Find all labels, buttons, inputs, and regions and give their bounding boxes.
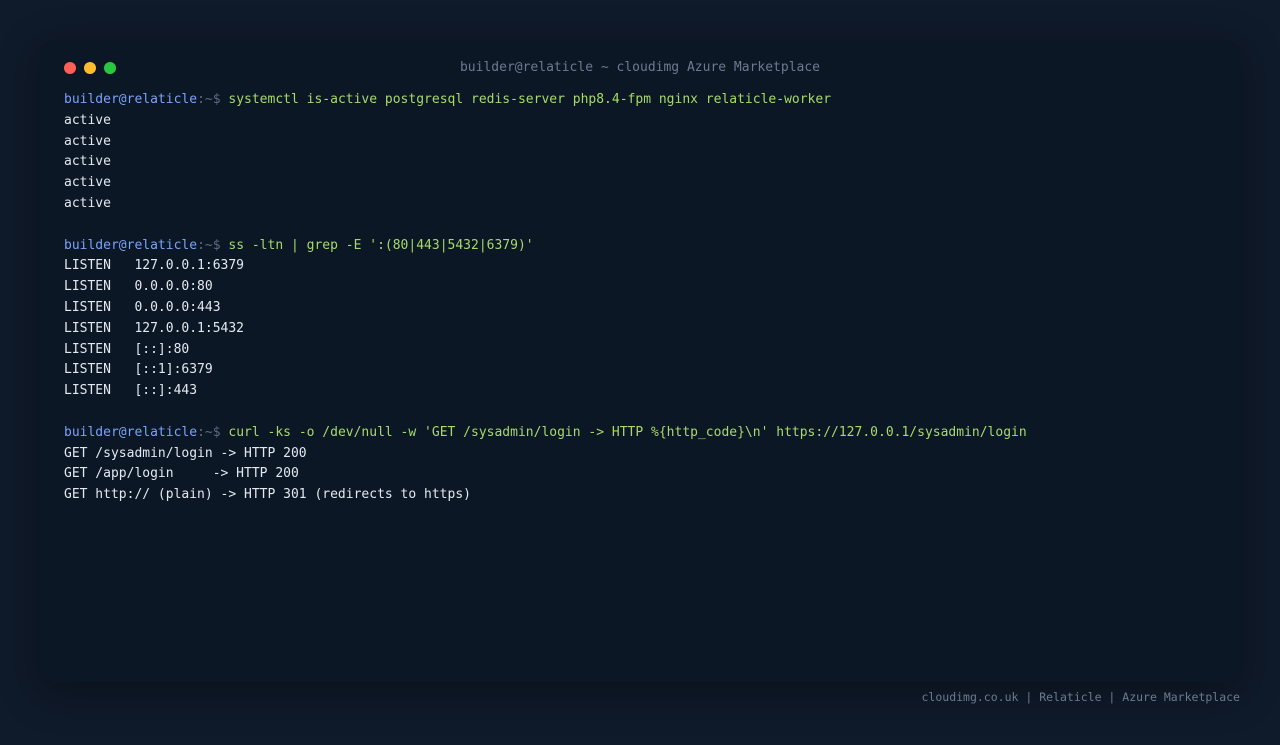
command-text: curl -ks -o /dev/null -w 'GET /sysadmin/… xyxy=(228,424,1027,440)
title-bar: builder@relaticle ~ cloudimg Azure Marke… xyxy=(40,40,1240,96)
prompt-path: :~$ xyxy=(197,92,221,107)
prompt-line: builder@relaticle:~$ curl -ks -o /dev/nu… xyxy=(64,423,1216,444)
output-line: LISTEN 127.0.0.1:5432 xyxy=(64,320,245,336)
output-line: active xyxy=(64,154,111,170)
prompt-user-host: builder@relaticle xyxy=(64,424,198,440)
prompt-user-host: builder@relaticle xyxy=(64,237,198,253)
output-line: LISTEN [::]:443 xyxy=(64,383,198,399)
output-line: LISTEN 127.0.0.1:6379 xyxy=(64,258,245,274)
output-line: GET /app/login -> HTTP 200 xyxy=(64,466,299,482)
prompt-path: :~$ xyxy=(197,424,221,440)
command-text: systemctl is-active postgresql redis-ser… xyxy=(228,92,832,107)
output-line: active xyxy=(64,112,111,128)
output-line: active xyxy=(64,133,111,149)
output-line: active xyxy=(64,175,111,191)
prompt-path: :~$ xyxy=(197,237,221,253)
output-line: active xyxy=(64,195,111,211)
output-line: LISTEN [::1]:6379 xyxy=(64,362,213,378)
terminal-output[interactable]: builder@relaticle:~$ systemctl is-active… xyxy=(64,90,1216,506)
command-text: ss -ltn | grep -E ':(80|443|5432|6379)' xyxy=(228,237,534,253)
output-line: LISTEN [::]:80 xyxy=(64,341,190,357)
terminal-window: builder@relaticle ~ cloudimg Azure Marke… xyxy=(40,40,1240,682)
prompt-line: builder@relaticle:~$ systemctl is-active… xyxy=(64,90,1216,111)
output-line: GET http:// (plain) -> HTTP 301 (redirec… xyxy=(64,487,471,503)
prompt-line: builder@relaticle:~$ ss -ltn | grep -E '… xyxy=(64,236,1216,257)
prompt-user-host: builder@relaticle xyxy=(64,92,198,107)
footer-caption: cloudimg.co.uk | Relaticle | Azure Marke… xyxy=(921,690,1241,704)
output-line: GET /sysadmin/login -> HTTP 200 xyxy=(64,445,307,461)
window-title: builder@relaticle ~ cloudimg Azure Marke… xyxy=(459,60,821,75)
output-line: LISTEN 0.0.0.0:443 xyxy=(64,299,221,315)
output-line: LISTEN 0.0.0.0:80 xyxy=(64,279,213,295)
